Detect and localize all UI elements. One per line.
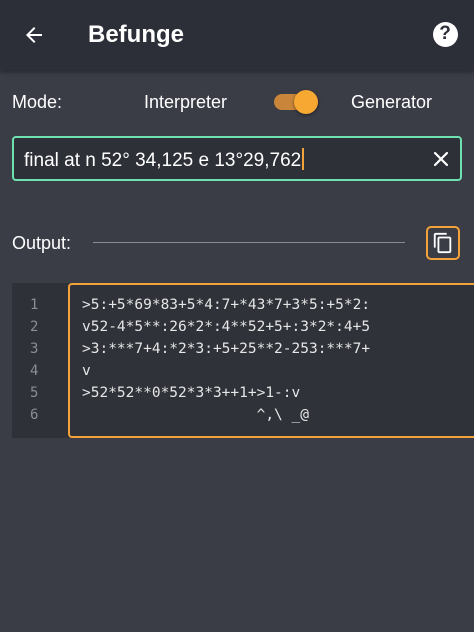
line-number: 2 (30, 319, 39, 335)
copy-output-button[interactable] (426, 226, 460, 260)
code-line: v52-4*5**:26*2*:4**52+5+:3*2*:4+5 (82, 319, 371, 335)
line-number-gutter: 1 2 3 4 5 6 (12, 283, 68, 438)
clear-input-button[interactable] (428, 146, 454, 172)
help-button[interactable]: ? (428, 17, 462, 51)
line-number: 3 (30, 341, 39, 357)
generator-option-label[interactable]: Generator (351, 92, 432, 113)
line-number: 5 (30, 385, 39, 401)
mode-toggle-switch[interactable] (272, 88, 320, 116)
page-title: Befunge (88, 21, 184, 48)
app-bar: Befunge ? (0, 0, 474, 70)
code-line: >5:+5*69*83+5*4:7+*43*7+3*5:+5*2: (82, 297, 371, 313)
help-circle-icon: ? (432, 21, 458, 47)
copy-icon (433, 232, 452, 254)
code-output-box[interactable]: >5:+5*69*83+5*4:7+*43*7+3*5:+5*2: v52-4*… (68, 283, 474, 438)
code-output-panel: 1 2 3 4 5 6 >5:+5*69*83+5*4:7+*43*7+3*5:… (12, 283, 474, 438)
text-caret (302, 148, 305, 170)
output-divider (93, 242, 405, 243)
line-number: 4 (30, 363, 39, 379)
code-line: ^,\ _@ (82, 407, 309, 423)
line-number: 6 (30, 407, 39, 423)
input-value: final at n 52° 34,125 e 13°29,762 (24, 150, 302, 171)
output-label: Output: (12, 233, 72, 253)
toggle-thumb (294, 90, 318, 114)
close-icon (433, 151, 449, 167)
code-line: >52*52**0*52*3*3++1+>1-:v (82, 385, 301, 401)
code-line: >3:***7+4:*2*3:+5+25**2-253:***7+ (82, 341, 371, 357)
line-number: 1 (30, 297, 39, 313)
mode-label: Mode: (12, 92, 63, 112)
arrow-left-icon (26, 27, 42, 43)
back-button[interactable] (16, 17, 52, 53)
interpreter-option-label[interactable]: Interpreter (144, 92, 227, 113)
source-text-input[interactable]: final at n 52° 34,125 e 13°29,762 (12, 136, 462, 181)
code-line: v (82, 363, 91, 379)
